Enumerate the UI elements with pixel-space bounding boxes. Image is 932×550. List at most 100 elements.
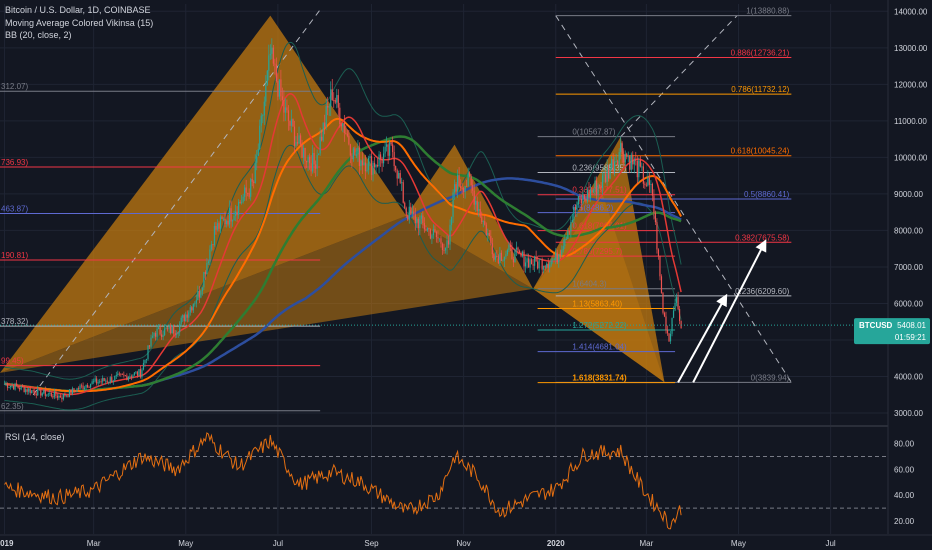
candle-body <box>410 206 412 214</box>
candle-body <box>526 258 528 263</box>
fib2-level-label: 1.618(3831.74) <box>572 374 627 383</box>
candle-body <box>236 211 238 215</box>
candle-body <box>118 373 120 375</box>
time-tick-label: Mar <box>87 539 101 548</box>
candle-body <box>484 221 486 225</box>
candle-body <box>379 154 382 159</box>
candle-body <box>86 384 89 388</box>
candle-body <box>598 185 601 187</box>
candle-body <box>582 194 584 204</box>
candle-body <box>609 168 611 179</box>
time-tick-label: May <box>731 539 746 548</box>
legend-symbol[interactable]: Bitcoin / U.S. Dollar, 1D, COINBASE <box>5 4 151 16</box>
candle-body <box>398 173 400 179</box>
candle-body <box>444 247 447 251</box>
candle-body <box>588 189 590 199</box>
candle-body <box>157 327 160 329</box>
candle-body <box>452 192 454 217</box>
candle-body <box>324 122 326 127</box>
price-tick-label: 11000.00 <box>894 117 927 126</box>
candle-body <box>186 314 188 318</box>
candle-body <box>672 310 675 318</box>
price-tick-label: 3000.00 <box>894 409 923 418</box>
candle-body <box>312 152 314 172</box>
candle-body <box>225 220 228 224</box>
candle-body <box>651 183 654 196</box>
candle-body <box>627 156 629 158</box>
candle-body <box>620 143 622 153</box>
candle-body <box>574 206 576 210</box>
candle-body <box>671 317 673 334</box>
candle-body <box>429 229 432 239</box>
candle-body <box>357 147 359 155</box>
time-tick-label: Mar <box>639 539 653 548</box>
candle-body <box>343 123 345 134</box>
chart-canvas[interactable]: 1(13880.88) 0.886(12736.21) 0.786(11732.12… <box>0 0 932 550</box>
candle-body <box>135 371 137 373</box>
candle-body <box>675 297 678 303</box>
candle-body <box>8 387 10 388</box>
candle-body <box>263 101 265 116</box>
candle-body <box>265 84 267 102</box>
candle-body <box>428 228 430 230</box>
candle-body <box>591 190 593 193</box>
candle-body <box>550 260 552 265</box>
price-axis[interactable]: 20.0040.0060.0080.003000.004000.005000.0… <box>887 0 928 534</box>
candle-body <box>106 380 108 382</box>
candle-body <box>494 256 496 260</box>
candle-body <box>509 244 512 247</box>
candle-body <box>31 390 33 394</box>
candle-body <box>355 154 358 156</box>
legend-rsi[interactable]: RSI (14, close) <box>5 431 65 443</box>
candle-body <box>366 170 368 172</box>
fib1-level-label: 0.618(10045.24) <box>731 147 790 156</box>
price-tick-label: 13000.00 <box>894 44 928 53</box>
candle-body <box>287 110 290 121</box>
candle-body <box>372 162 374 175</box>
candle-body <box>423 223 425 230</box>
legend-bb[interactable]: BB (20, close, 2) <box>5 29 72 41</box>
candle-body <box>512 259 515 263</box>
price-tick-label: 12000.00 <box>894 80 928 89</box>
candle-body <box>108 381 110 383</box>
projection-arrows[interactable] <box>677 239 767 383</box>
candle-body <box>472 184 474 191</box>
candle-body <box>328 106 330 108</box>
candle-body <box>645 184 647 186</box>
candle-body <box>393 152 395 167</box>
candle-body <box>327 106 329 108</box>
candle-body <box>387 144 389 156</box>
candle-body <box>441 243 444 251</box>
candle-body <box>346 133 348 136</box>
fib2-level-label: 1.414(4681.04) <box>572 343 627 352</box>
candle-body <box>132 375 134 378</box>
time-axis[interactable]: 2019 Mar May Jul Sep Nov 2020 Mar May Jul <box>0 534 932 548</box>
candle-body <box>636 160 638 178</box>
candle-body <box>195 300 197 304</box>
candle-body <box>641 166 643 168</box>
candle-body <box>540 259 542 260</box>
candle-body <box>337 95 339 108</box>
fib1-level-label: 1(13880.88) <box>746 7 789 16</box>
candle-body <box>247 192 249 194</box>
legend-ma[interactable]: Moving Average Colored Vikinsa (15) <box>5 17 153 29</box>
candle-body <box>404 202 406 209</box>
candle-body <box>59 395 62 398</box>
candle-body <box>573 206 575 221</box>
candle-body <box>286 107 288 111</box>
candle-body <box>315 164 317 169</box>
candle-body <box>630 154 632 170</box>
candle-body <box>117 373 119 375</box>
candle-body <box>358 147 361 167</box>
candle-body <box>245 187 247 193</box>
candle-body <box>334 100 336 103</box>
candle-body <box>271 47 273 54</box>
candle-body <box>422 215 424 224</box>
candle-body <box>361 160 364 166</box>
candle-body <box>239 201 241 203</box>
candle-body <box>319 136 321 154</box>
candle-body <box>160 334 163 337</box>
candle-body <box>435 231 438 238</box>
time-tick-label: 2020 <box>547 539 565 548</box>
candle-body <box>382 153 385 164</box>
